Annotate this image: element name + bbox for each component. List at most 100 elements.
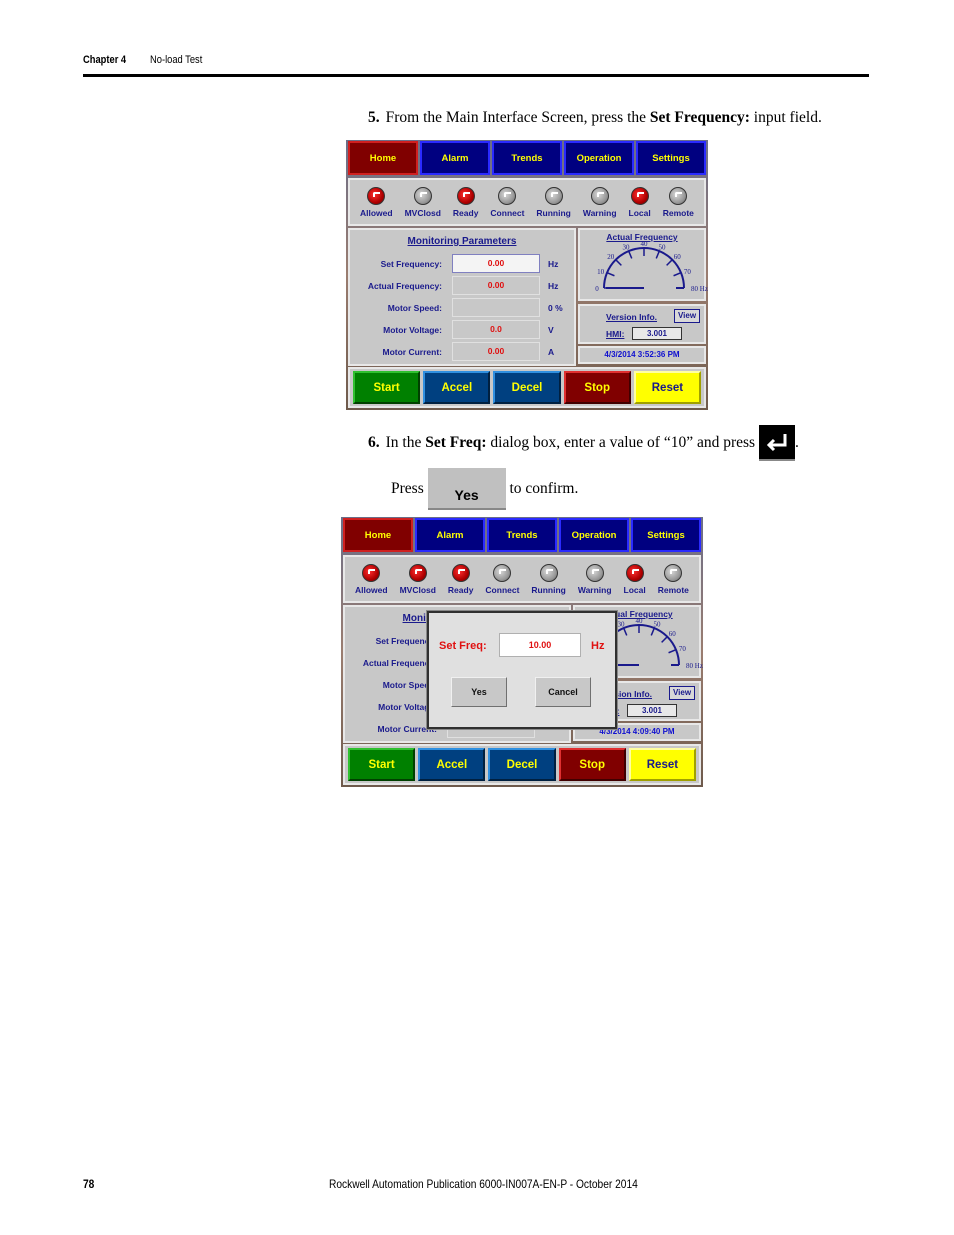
gauge-tick-label: 40 — [636, 619, 644, 625]
gauge-tick — [655, 250, 661, 259]
param-row: Motor Current: 0.00 A — [350, 342, 578, 362]
tab-settings[interactable]: Settings — [631, 518, 701, 552]
indicator-lamp-icon — [539, 563, 558, 582]
yes-button[interactable]: Yes — [451, 677, 507, 707]
hmi-version-value: 3.001 — [632, 327, 682, 340]
indicator-local: Local — [624, 557, 646, 601]
indicator-lamp-icon — [362, 563, 381, 582]
stop-button[interactable]: Stop — [563, 371, 631, 404]
indicator-lamp-icon — [493, 563, 512, 582]
indicator-mvclosd: MVClosd — [400, 557, 436, 601]
gauge-tick — [668, 648, 677, 654]
gauge-tick — [622, 627, 628, 636]
monitoring-title: Monitoring Parameters — [407, 236, 517, 247]
accel-button[interactable]: Accel — [418, 748, 486, 781]
gauge-tick — [627, 250, 633, 259]
gauge-tick-label: 20 — [607, 253, 615, 261]
enter-key-icon — [758, 425, 795, 462]
indicator-lamp-icon — [544, 186, 563, 205]
indicator-allowed: Allowed — [355, 557, 388, 601]
indicator-lamp-icon — [451, 563, 470, 582]
indicator-local: Local — [629, 180, 651, 224]
decel-button[interactable]: Decel — [488, 748, 556, 781]
nav-tabs: Home Alarm Trends Operation Settings — [343, 518, 701, 552]
set-freq-input[interactable]: 10.00 — [499, 633, 581, 657]
reset-button[interactable]: Reset — [633, 371, 702, 404]
indicator-mvclosd: MVClosd — [405, 180, 441, 224]
indicator-lamp-icon — [664, 563, 683, 582]
nav-tabs: Home Alarm Trends Operation Settings — [348, 141, 706, 175]
version-panel: Version Info. View HMI: 3.001 — [578, 304, 706, 344]
indicator-lamp-icon — [625, 563, 644, 582]
decel-button[interactable]: Decel — [493, 371, 561, 404]
gauge-tick-label: 30 — [623, 243, 631, 251]
tab-operation[interactable]: Operation — [564, 141, 634, 175]
param-value-field[interactable]: 0.00 — [452, 254, 540, 273]
tab-trends[interactable]: Trends — [492, 141, 562, 175]
tab-home[interactable]: Home — [343, 518, 413, 552]
tab-alarm[interactable]: Alarm — [420, 141, 490, 175]
indicator-lamp-icon — [585, 563, 604, 582]
indicator-lamp-icon — [590, 186, 609, 205]
hmi-screen-main: Home Alarm Trends Operation Settings Allowed… — [346, 140, 708, 410]
indicator-lamp-icon — [456, 186, 475, 205]
gauge-tick-label: 50 — [653, 620, 661, 628]
start-button[interactable]: Start — [348, 748, 416, 781]
cancel-button[interactable]: Cancel — [535, 677, 591, 707]
indicator-remote: Remote — [663, 180, 694, 224]
gauge-tick-label: 50 — [658, 243, 666, 251]
status-indicators: Allowed MVClosd Ready Connect Running Wa… — [348, 178, 706, 226]
indicator-warning: Warning — [583, 180, 617, 224]
view-button[interactable]: View — [674, 309, 700, 323]
indicator-running: Running — [536, 180, 571, 224]
stop-button[interactable]: Stop — [558, 748, 626, 781]
yes-button-illustration: Yes — [427, 468, 506, 511]
gauge-tick-label: 80 Hz — [686, 662, 703, 670]
param-row: Motor Speed: 0 % — [350, 298, 578, 318]
gauge-tick — [606, 271, 615, 277]
gauge-tick-label: 40 — [641, 242, 649, 248]
tab-operation[interactable]: Operation — [559, 518, 629, 552]
start-button[interactable]: Start — [353, 371, 421, 404]
indicator-lamp-icon — [413, 186, 432, 205]
accel-button[interactable]: Accel — [423, 371, 491, 404]
gauge-tick-label: 10 — [597, 268, 605, 276]
header-rule — [83, 74, 869, 77]
tab-home[interactable]: Home — [348, 141, 418, 175]
tab-settings[interactable]: Settings — [636, 141, 706, 175]
hmi-screen-dialog: Home Alarm Trends Operation Settings Allowed… — [341, 517, 703, 787]
param-value-field: 0.0 — [452, 320, 540, 339]
clock: 4/3/2014 3:52:36 PM — [578, 346, 706, 364]
indicator-remote: Remote — [658, 557, 689, 601]
indicator-warning: Warning — [578, 557, 612, 601]
param-row: Actual Frequency: 0.00 Hz — [350, 276, 578, 296]
gauge-tick — [673, 271, 682, 277]
reset-button[interactable]: Reset — [628, 748, 697, 781]
view-button[interactable]: View — [669, 686, 695, 700]
param-row: Set Frequency: 0.00 Hz — [350, 254, 578, 274]
step-5: 5. From the Main Interface Screen, press … — [368, 109, 822, 126]
indicator-lamp-icon — [669, 186, 688, 205]
indicator-running: Running — [531, 557, 566, 601]
param-value-field: 0.00 — [452, 342, 540, 361]
indicator-allowed: Allowed — [360, 180, 393, 224]
hmi-version-value: 3.001 — [627, 704, 677, 717]
chapter-title: No-load Test — [150, 54, 203, 66]
gauge-tick-label: 0 — [595, 285, 599, 293]
frequency-gauge: Actual Frequency 01020304050607080 Hz — [578, 228, 708, 301]
set-freq-dialog: Set Freq: 10.00 Hz Yes Cancel — [427, 611, 617, 729]
indicator-lamp-icon — [630, 186, 649, 205]
param-row: Motor Voltage: 0.0 V — [350, 320, 578, 340]
control-buttons: Start Accel Decel Stop Reset — [348, 367, 706, 408]
publication-info: Rockwell Automation Publication 6000-IN0… — [329, 1177, 638, 1191]
param-value-field: 0.00 — [452, 276, 540, 295]
gauge-tick — [666, 259, 673, 266]
monitoring-panel: Monitoring Parameters Set Frequency: 0.0… — [348, 228, 576, 366]
gauge-tick-label: 60 — [674, 253, 682, 261]
tab-alarm[interactable]: Alarm — [415, 518, 485, 552]
param-value-field — [452, 298, 540, 317]
status-indicators: Allowed MVClosd Ready Connect Running Wa… — [343, 555, 701, 603]
tab-trends[interactable]: Trends — [487, 518, 557, 552]
chapter-label: Chapter 4 — [83, 54, 127, 66]
gauge-tick-label: 70 — [679, 645, 687, 653]
